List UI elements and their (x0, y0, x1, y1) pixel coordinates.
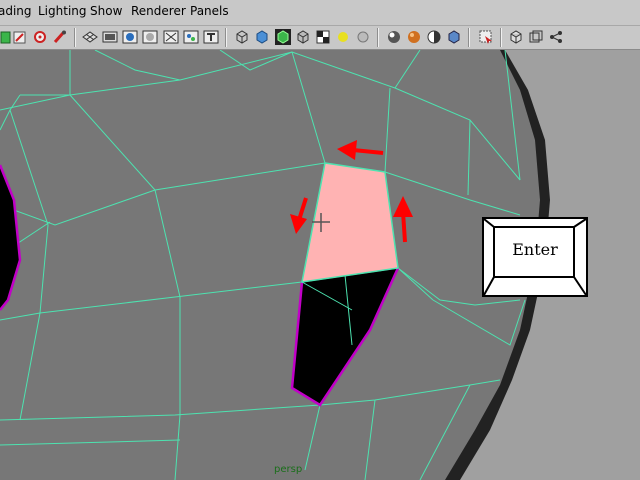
xray-icon[interactable] (478, 29, 494, 45)
isolate-icon[interactable] (508, 29, 524, 45)
toolbar-separator (225, 28, 227, 47)
menu-lighting[interactable]: Lighting (38, 4, 87, 18)
viewport-toolbar (0, 26, 640, 50)
paint-icon[interactable] (12, 29, 28, 45)
toolbar-separator (74, 28, 76, 47)
perspective-viewport[interactable]: Enter persp (0, 50, 640, 480)
shadow-icon[interactable] (446, 29, 462, 45)
smooth-shaded-cube-icon[interactable] (254, 29, 270, 45)
hud-icon[interactable] (163, 29, 179, 45)
toolbar-separator (500, 28, 502, 47)
wireframe-cube-icon[interactable] (234, 29, 250, 45)
safe-frame-icon[interactable] (142, 29, 158, 45)
grid-icon[interactable] (82, 29, 98, 45)
text-icon[interactable] (203, 29, 219, 45)
menu-show[interactable]: Show (90, 4, 122, 18)
shaded-sphere-icon[interactable] (386, 29, 402, 45)
material-icon[interactable] (406, 29, 422, 45)
checker-icon[interactable] (315, 29, 331, 45)
resolution-gate-icon[interactable] (122, 29, 138, 45)
menu-panels[interactable]: Panels (190, 4, 229, 18)
camera-label: persp (274, 464, 303, 475)
light-icon[interactable] (335, 29, 351, 45)
contrast-icon[interactable] (426, 29, 442, 45)
share-icon[interactable] (548, 29, 564, 45)
target-icon[interactable] (32, 29, 48, 45)
sphere-icon[interactable] (355, 29, 371, 45)
menu-renderer[interactable]: Renderer (131, 4, 186, 18)
isolate-grid-icon[interactable] (183, 29, 199, 45)
toolbar-separator (468, 28, 470, 47)
film-gate-icon[interactable] (102, 29, 118, 45)
wireframe-on-shaded-icon[interactable] (275, 29, 291, 45)
textured-cube-icon[interactable] (295, 29, 311, 45)
frame-icon[interactable] (528, 29, 544, 45)
toolbar-separator (377, 28, 379, 47)
enter-key-icon: Enter (482, 217, 588, 297)
mesh-surface (0, 50, 540, 480)
menu-bar: ading Lighting Show Renderer Panels (0, 0, 640, 26)
menu-shading[interactable]: ading (0, 4, 32, 18)
brush-icon[interactable] (52, 29, 68, 45)
